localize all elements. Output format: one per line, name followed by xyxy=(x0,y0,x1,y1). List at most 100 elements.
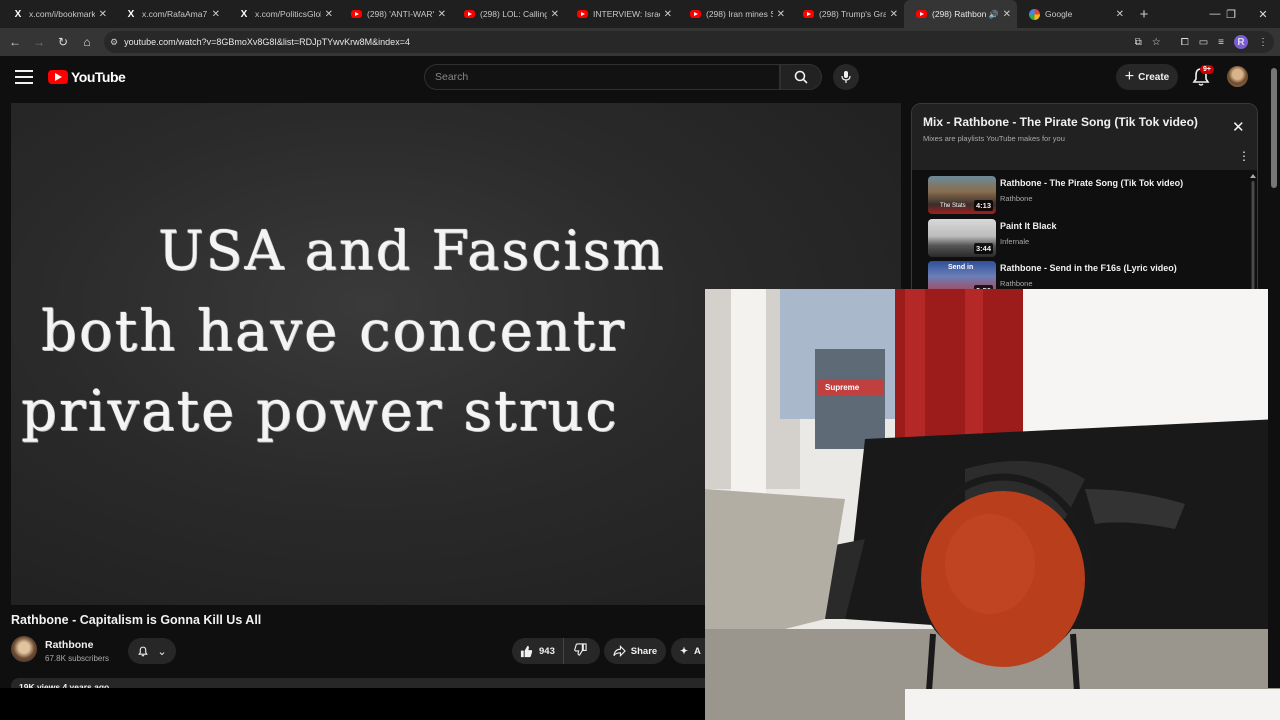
notification-badge: 9+ xyxy=(1200,65,1214,74)
thumbnail-caption: Send in xyxy=(948,264,974,271)
create-button[interactable]: + Create xyxy=(1116,64,1178,90)
url-text[interactable]: youtube.com/watch?v=8GBmoXv8G8I&list=RDJ… xyxy=(124,37,410,47)
playlist-item[interactable]: 3:44 Paint It Black Infernale xyxy=(928,219,1228,259)
video-thumbnail[interactable]: The Stats 4:13 xyxy=(928,176,996,214)
youtube-logo[interactable]: YouTube xyxy=(48,69,126,85)
close-tab-icon[interactable]: ✕ xyxy=(664,9,672,20)
close-window-icon[interactable]: ✕ xyxy=(1246,0,1280,28)
thumbs-down-icon xyxy=(574,643,587,656)
playlist-title[interactable]: Mix - Rathbone - The Pirate Song (Tik To… xyxy=(923,115,1198,129)
thumbs-up-icon xyxy=(520,645,533,657)
account-avatar[interactable] xyxy=(1227,66,1248,87)
search-input[interactable]: Search xyxy=(424,64,780,90)
webcam-image: Supreme xyxy=(705,289,1280,720)
search-button[interactable] xyxy=(780,64,822,90)
channel-avatar[interactable] xyxy=(11,636,37,662)
like-button[interactable]: 943 xyxy=(512,638,564,664)
webcam-overlay: Supreme xyxy=(705,289,1280,720)
close-tab-icon[interactable]: ✕ xyxy=(890,9,898,20)
thumbnail-caption: The Stats xyxy=(940,203,966,209)
playlist-header: Mix - Rathbone - The Pirate Song (Tik To… xyxy=(912,104,1257,170)
cast-icon[interactable]: ▭ xyxy=(1199,37,1208,48)
site-info-icon[interactable]: ⚙ xyxy=(110,37,118,48)
restore-icon[interactable]: ❐ xyxy=(1214,0,1248,28)
close-tab-icon[interactable]: ✕ xyxy=(1116,9,1124,20)
google-icon xyxy=(1029,8,1040,20)
browser-tab[interactable]: Xx.com/RafaAma7 ✕ xyxy=(113,0,226,28)
profile-avatar[interactable]: R xyxy=(1234,35,1248,49)
browser-tab-strip: Xx.com/i/bookmark ✕ Xx.com/RafaAma7 ✕ Xx.c… xyxy=(0,0,1280,28)
bookmark-star-icon[interactable]: ☆ xyxy=(1152,37,1161,48)
browser-menu-icon[interactable]: ⋮ xyxy=(1258,37,1268,48)
x-icon: X xyxy=(14,8,22,20)
share-button[interactable]: Share xyxy=(604,638,666,664)
browser-tab[interactable]: Xx.com/i/bookmark ✕ xyxy=(0,0,113,28)
playlist-item-channel: Rathbone xyxy=(1000,194,1033,203)
menu-icon[interactable] xyxy=(15,70,33,84)
home-icon[interactable]: ⌂ xyxy=(75,30,99,54)
dislike-button[interactable] xyxy=(564,643,597,659)
scrollbar-thumb[interactable] xyxy=(1271,68,1277,188)
video-title: Rathbone - Capitalism is Gonna Kill Us A… xyxy=(11,613,262,627)
video-thumbnail[interactable]: 3:44 xyxy=(928,219,996,257)
search-icon xyxy=(794,70,808,84)
media-control-icon[interactable]: ≡ xyxy=(1218,37,1224,48)
video-duration: 4:13 xyxy=(973,200,993,211)
subscription-bell-button[interactable]: ⌄ xyxy=(128,638,176,664)
playlist-item-title: Paint It Black xyxy=(1000,221,1057,231)
close-tab-icon[interactable]: ✕ xyxy=(438,9,446,20)
forward-icon[interactable]: → xyxy=(27,30,51,54)
extensions-icon[interactable]: ⧠ xyxy=(1181,37,1189,48)
browser-tab[interactable]: Xx.com/PoliticsGlob ✕ xyxy=(226,0,339,28)
install-app-icon[interactable]: ⧉ xyxy=(1135,37,1142,48)
youtube-icon xyxy=(464,10,475,18)
playlist-item[interactable]: The Stats 4:13 Rathbone - The Pirate Son… xyxy=(928,176,1228,216)
browser-tab-active[interactable]: (298) Rathbon 🔊 ✕ xyxy=(904,0,1017,28)
browser-tab[interactable]: INTERVIEW: Israel ✕ xyxy=(565,0,678,28)
sparkle-icon: ✦ xyxy=(680,645,688,657)
close-tab-icon[interactable]: ✕ xyxy=(212,9,220,20)
youtube-icon xyxy=(803,10,814,18)
playlist-item-title: Rathbone - Send in the F16s (Lyric video… xyxy=(1000,263,1177,273)
new-tab-icon[interactable]: + xyxy=(1130,6,1158,23)
chalk-line: both have concentr xyxy=(41,299,626,364)
browser-tab[interactable]: Google ✕ xyxy=(1017,0,1130,28)
playlist-item-channel: Infernale xyxy=(1000,237,1030,246)
browser-tab[interactable]: (298) Trump's Gra ✕ xyxy=(791,0,904,28)
voice-search-button[interactable] xyxy=(833,64,859,90)
microphone-icon xyxy=(841,71,851,83)
chalk-line: private power struc xyxy=(21,379,619,444)
page-scrollbar[interactable] xyxy=(1268,56,1280,688)
subscriber-count: 67.8K subscribers xyxy=(45,654,110,663)
close-tab-icon[interactable]: ✕ xyxy=(551,9,559,20)
browser-tab[interactable]: (298) Iran mines S ✕ xyxy=(678,0,791,28)
youtube-icon xyxy=(916,10,927,18)
address-bar[interactable]: ⚙ youtube.com/watch?v=8GBmoXv8G8I&list=R… xyxy=(104,31,1274,53)
sticker-text: Supreme xyxy=(825,383,860,392)
youtube-icon xyxy=(577,10,588,18)
browser-tab[interactable]: (298) 'ANTI-WAR' ✕ xyxy=(339,0,452,28)
browser-tab[interactable]: (298) LOL: Calling ✕ xyxy=(452,0,565,28)
close-tab-icon[interactable]: ✕ xyxy=(777,9,785,20)
share-icon xyxy=(613,645,626,657)
back-icon[interactable]: ← xyxy=(3,30,27,54)
close-tab-icon[interactable]: ✕ xyxy=(325,9,333,20)
playlist-subtitle: Mixes are playlists YouTube makes for yo… xyxy=(923,134,1065,143)
chevron-down-icon: ⌄ xyxy=(157,645,167,658)
screen: Xx.com/i/bookmark ✕ Xx.com/RafaAma7 ✕ Xx.c… xyxy=(0,0,1280,720)
youtube-play-icon xyxy=(48,70,68,84)
youtube-icon xyxy=(351,10,362,18)
channel-name[interactable]: Rathbone xyxy=(45,639,93,651)
speaker-icon[interactable]: 🔊 xyxy=(989,10,999,19)
reload-icon[interactable]: ↻ xyxy=(51,30,75,54)
playlist-menu-icon[interactable]: ⋮ xyxy=(1238,150,1250,162)
close-tab-icon[interactable]: ✕ xyxy=(99,9,107,20)
x-icon: X xyxy=(240,8,248,20)
x-icon: X xyxy=(127,8,135,20)
playlist-item-channel: Rathbone xyxy=(1000,279,1033,288)
youtube-icon xyxy=(690,10,701,18)
close-tab-icon[interactable]: ✕ xyxy=(1003,9,1011,20)
close-playlist-icon[interactable]: ✕ xyxy=(1232,118,1245,136)
playlist-item-title: Rathbone - The Pirate Song (Tik Tok vide… xyxy=(1000,178,1184,188)
playlist-scrollbar[interactable] xyxy=(1250,174,1256,302)
